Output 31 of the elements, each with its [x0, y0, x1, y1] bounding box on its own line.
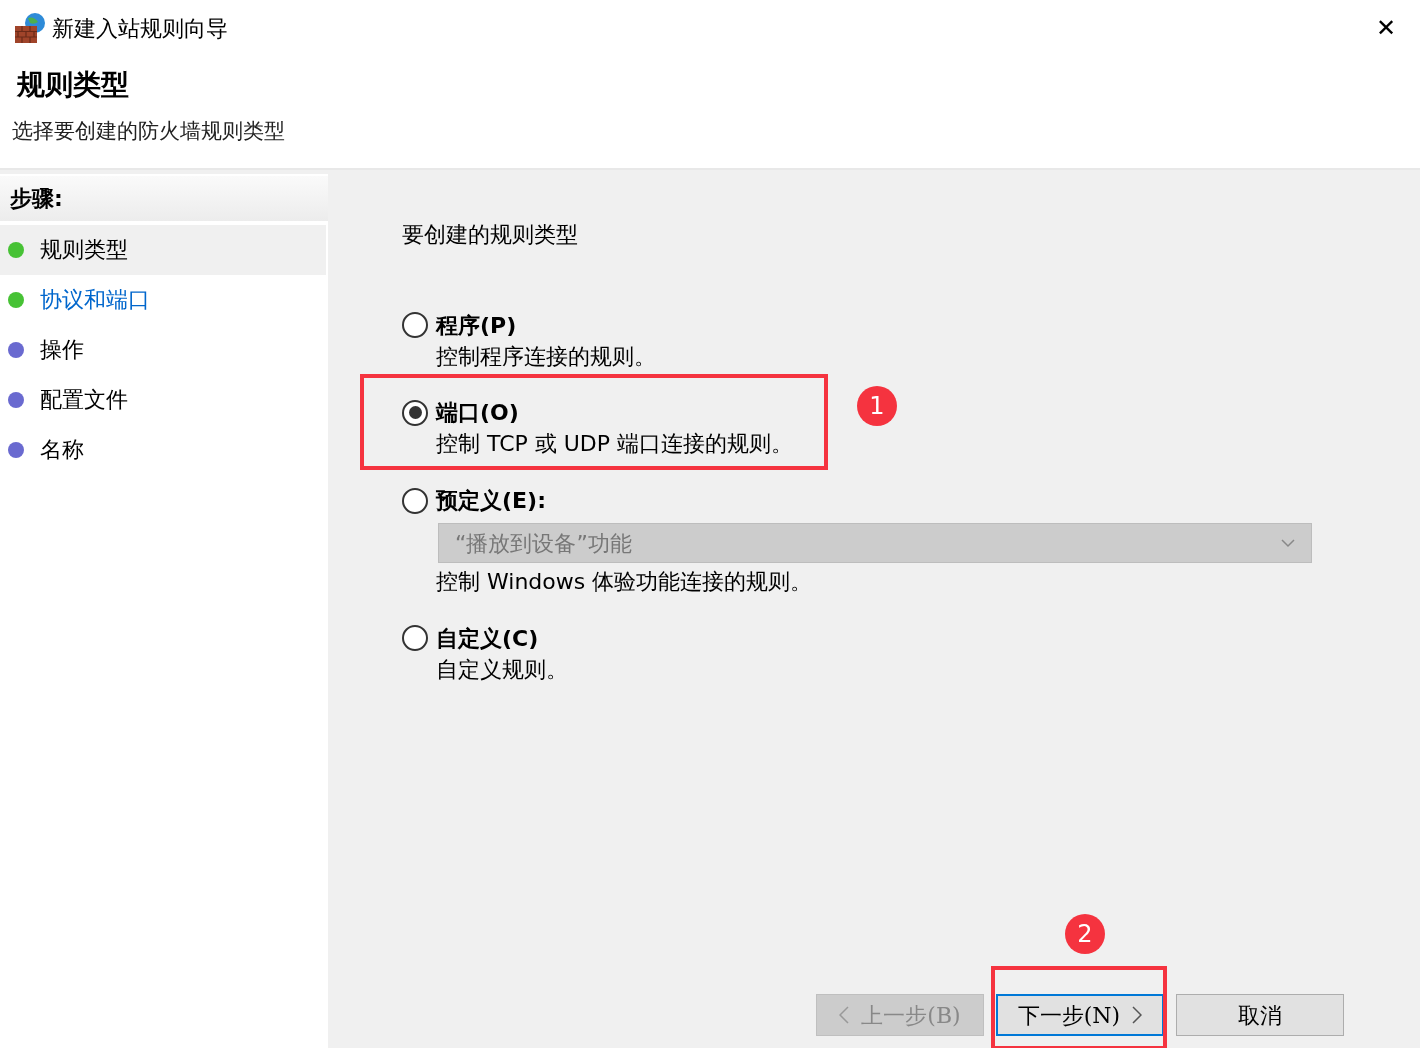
radio-button[interactable]	[402, 487, 428, 514]
option-description: 控制程序连接的规则。	[436, 342, 657, 371]
steps-heading: 步骤:	[0, 175, 328, 221]
chevron-left-icon	[839, 1006, 850, 1024]
option-description: 自定义规则。	[436, 655, 569, 684]
option-description: 控制 TCP 或 UDP 端口连接的规则。	[436, 430, 795, 459]
close-button[interactable]: ✕	[1365, 10, 1406, 46]
chevron-down-icon	[1281, 538, 1295, 549]
option-title: 自定义(C)	[436, 624, 539, 653]
radio-button[interactable]	[402, 399, 428, 426]
firewall-icon	[14, 12, 46, 44]
annotation-badge: 2	[1065, 914, 1105, 954]
step-item[interactable]: 操作	[0, 324, 326, 375]
option-description: 控制 Windows 体验功能连接的规则。	[436, 568, 814, 597]
step-item[interactable]: 名称	[0, 424, 326, 475]
annotation-badge: 1	[857, 386, 897, 427]
option-title: 预定义(E):	[436, 487, 546, 516]
step-item[interactable]: 配置文件	[0, 374, 326, 425]
step-item[interactable]: 规则类型	[0, 224, 326, 275]
prompt-text: 要创建的规则类型	[402, 220, 579, 249]
radio-button[interactable]	[402, 312, 428, 338]
radio-button[interactable]	[402, 625, 428, 652]
step-item[interactable]: 协议和端口	[0, 274, 326, 325]
option-title: 程序(P)	[436, 311, 517, 340]
chevron-right-icon	[1132, 1006, 1143, 1024]
next-button[interactable]: 下一步(N)	[996, 994, 1164, 1036]
window-title: 新建入站规则向导	[52, 14, 228, 43]
cancel-button[interactable]: 取消	[1176, 994, 1344, 1036]
page-subtitle: 选择要创建的防火墙规则类型	[12, 118, 286, 145]
option-title: 端口(O)	[436, 399, 519, 428]
page-title: 规则类型	[17, 67, 130, 103]
